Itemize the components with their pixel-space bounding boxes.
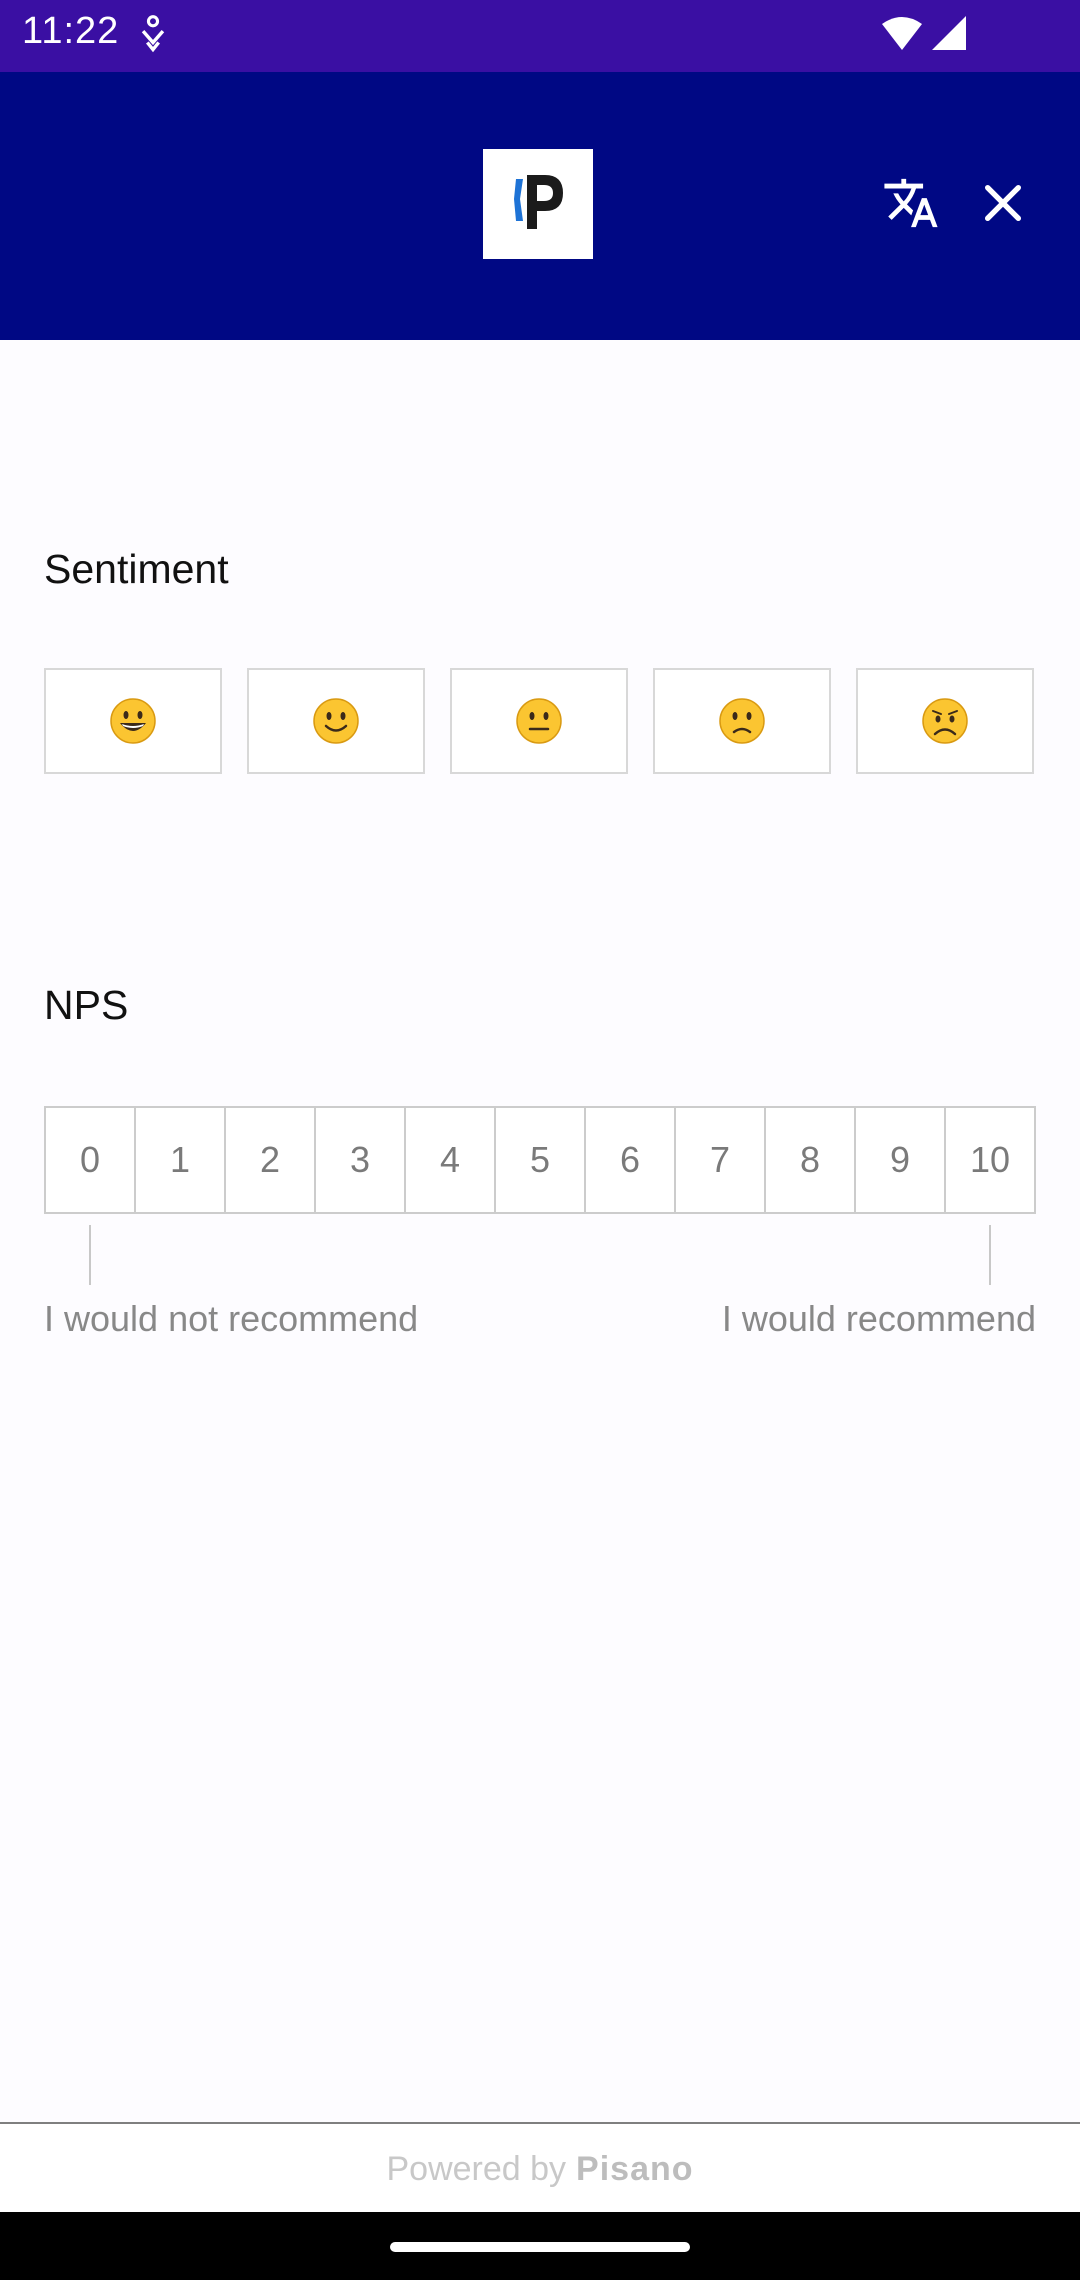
footer-brand: Pisano <box>576 2149 694 2188</box>
sentiment-option-very-happy[interactable] <box>44 668 222 774</box>
nps-option-5[interactable]: 5 <box>496 1108 586 1212</box>
nps-title: NPS <box>44 982 129 1028</box>
grinning-face-icon <box>110 698 156 744</box>
nps-option-10[interactable]: 10 <box>946 1108 1034 1212</box>
translate-icon <box>884 178 938 228</box>
nps-low-label: I would not recommend <box>44 1298 419 1339</box>
close-icon <box>984 184 1022 222</box>
nps-option-2[interactable]: 2 <box>226 1108 316 1212</box>
nps-scale: 0 1 2 3 4 5 6 7 8 9 10 <box>44 1106 1036 1214</box>
close-button[interactable] <box>972 172 1034 234</box>
sentiment-title: Sentiment <box>44 546 229 592</box>
sentiment-option-sad[interactable] <box>653 668 831 774</box>
nps-option-8[interactable]: 8 <box>766 1108 856 1212</box>
wifi-icon <box>882 17 922 50</box>
app-bar <box>0 72 1080 340</box>
nps-option-1[interactable]: 1 <box>136 1108 226 1212</box>
sentiment-option-very-sad[interactable] <box>856 668 1034 774</box>
nps-low-tick <box>89 1225 91 1285</box>
smiling-face-icon <box>313 698 359 744</box>
home-handle[interactable] <box>390 2242 690 2252</box>
app-logo <box>483 149 593 259</box>
nps-option-6[interactable]: 6 <box>586 1108 676 1212</box>
nps-high-tick <box>989 1225 991 1285</box>
nps-option-3[interactable]: 3 <box>316 1108 406 1212</box>
frowning-face-icon <box>922 698 968 744</box>
nps-high-label: I would recommend <box>721 1298 1036 1339</box>
nps-option-7[interactable]: 7 <box>676 1108 766 1212</box>
sentiment-option-neutral[interactable] <box>450 668 628 774</box>
signal-icon <box>932 16 966 50</box>
survey-content: Sentiment NPS 0 1 2 3 4 5 6 7 8 9 10 I w… <box>0 340 1080 2120</box>
pisano-logo-icon <box>514 175 563 229</box>
translate-button[interactable] <box>880 172 942 234</box>
slightly-frowning-face-icon <box>719 698 765 744</box>
sentiment-options <box>44 668 1036 778</box>
nps-option-9[interactable]: 9 <box>856 1108 946 1212</box>
nps-option-4[interactable]: 4 <box>406 1108 496 1212</box>
footer: Powered by Pisano <box>0 2122 1080 2214</box>
nps-option-0[interactable]: 0 <box>46 1108 136 1212</box>
powered-by-text: Powered by <box>386 2149 567 2188</box>
neutral-face-icon <box>516 698 562 744</box>
sentiment-option-happy[interactable] <box>247 668 425 774</box>
system-nav-bar <box>0 2212 1080 2280</box>
status-time: 11:22 <box>22 10 120 52</box>
notification-icon <box>141 15 165 53</box>
status-bar: 11:22 <box>0 0 1080 72</box>
